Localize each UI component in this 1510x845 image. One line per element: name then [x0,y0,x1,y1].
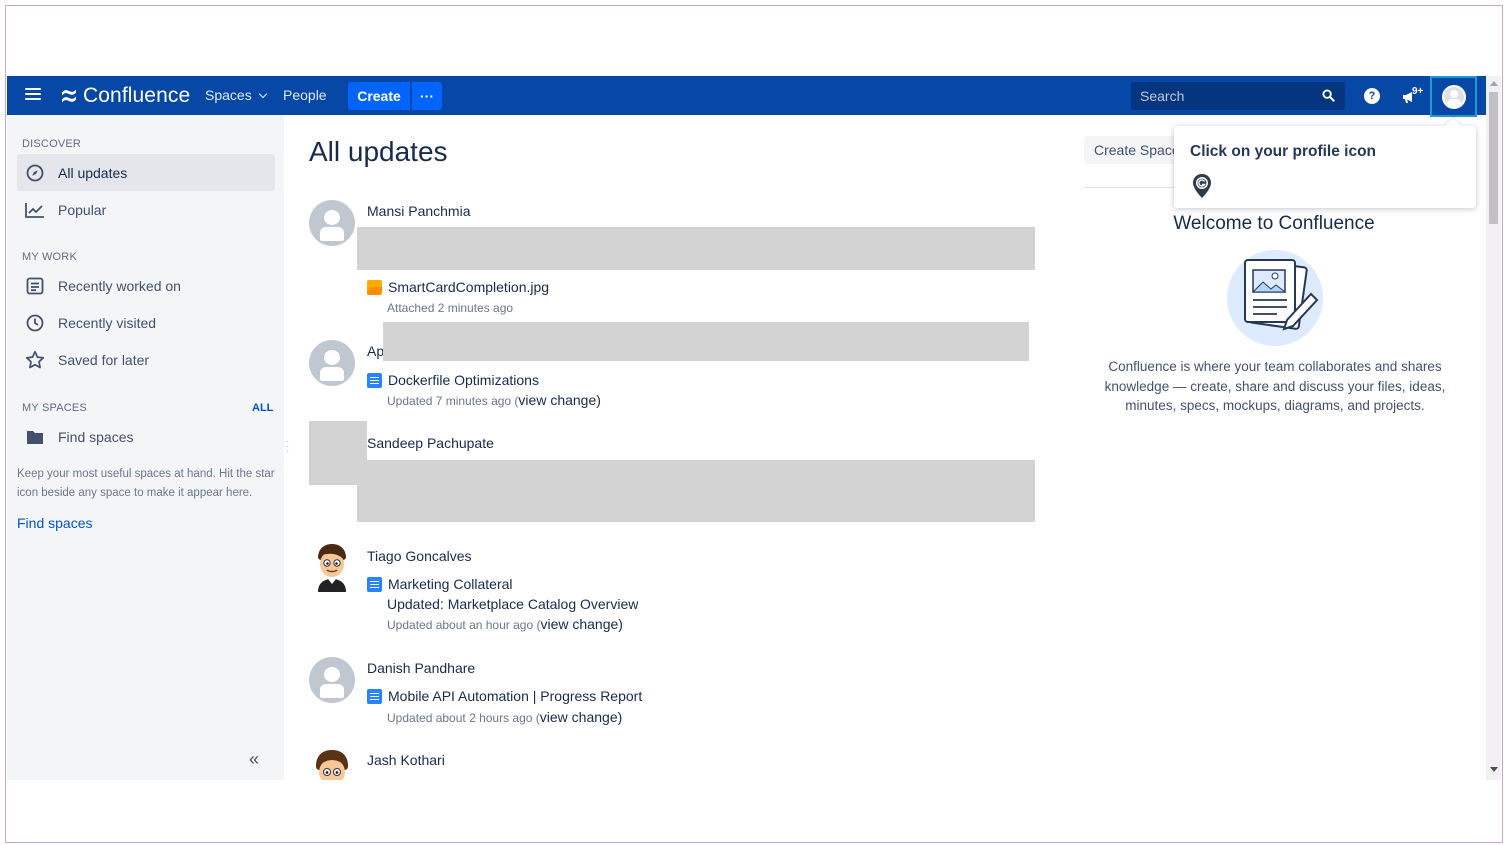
notification-count-badge: 9+ [1412,86,1424,97]
update-item-title: Dockerfile Optimizations [388,372,539,388]
update-meta: Updated about an hour ago (view change) [387,616,623,632]
update-subline[interactable]: Updated: Marketplace Catalog Overview [387,596,638,612]
update-user-name[interactable]: Sandeep Pachupate [367,435,494,451]
my-spaces-all-link[interactable]: ALL [252,402,273,414]
section-title-my-spaces: MY SPACES [22,402,87,414]
redacted-content [357,460,1035,522]
update-meta-text: Updated 7 minutes ago ( [387,394,519,408]
confluence-logo[interactable]: Confluence [61,83,190,109]
sidebar-item-label: Saved for later [58,351,150,368]
update-item-link[interactable]: Dockerfile Optimizations [367,372,539,388]
scrollbar-thumb[interactable] [1489,92,1498,224]
section-title-my-work: MY WORK [22,251,77,263]
user-avatar-cartoon-icon[interactable] [309,748,355,780]
location-pin-icon [1193,174,1211,198]
search-box [1131,82,1345,110]
scroll-down-arrow-icon[interactable] [1490,767,1498,772]
section-title-discover: DISCOVER [22,138,82,150]
top-navigation-bar: Confluence Spaces People Create ··· ? 9+ [7,76,1501,117]
sidebar: DISCOVER All updates Popular MY WORK Rec… [7,115,284,780]
redacted-content [357,227,1035,270]
document-list-icon [25,276,45,296]
my-spaces-hint: Keep your most useful spaces at hand. Hi… [17,468,275,499]
search-input[interactable] [1140,88,1320,104]
create-more-button[interactable]: ··· [412,82,442,110]
vertical-scrollbar[interactable] [1486,76,1501,780]
user-avatar-icon[interactable] [309,340,355,386]
welcome-document-illustration-icon [1227,250,1323,346]
trending-chart-icon [25,200,45,220]
collapse-sidebar-button[interactable]: « [249,749,259,770]
sidebar-item-all-updates[interactable]: All updates [17,154,275,191]
page-title: All updates [309,136,448,167]
sidebar-resize-handle[interactable]: · · · [286,437,289,457]
sidebar-item-find-spaces[interactable]: Find spaces [17,418,275,455]
logo-text: Confluence [83,84,191,107]
folder-icon [25,427,45,447]
user-avatar-cartoon-icon[interactable] [309,542,355,592]
sidebar-item-label: Recently visited [58,314,157,331]
star-icon [25,350,45,370]
update-meta-text: Updated about an hour ago ( [387,618,541,632]
update-item-link[interactable]: Mobile API Automation | Progress Report [367,688,642,704]
update-meta: Updated about 2 hours ago (view change) [387,709,622,725]
tooltip-text: Click on your profile icon [1190,143,1377,160]
update-meta: Attached 2 minutes ago [387,301,514,315]
create-button[interactable]: Create [348,82,410,110]
profile-avatar-icon [1442,85,1466,109]
user-avatar-icon[interactable] [309,200,355,246]
chevron-down-icon [258,89,267,98]
view-change-link[interactable]: view change) [540,616,623,632]
update-meta-text: Updated about 2 hours ago ( [387,711,540,725]
view-change-link[interactable]: view change) [518,392,601,408]
sidebar-item-popular[interactable]: Popular [17,191,275,228]
confluence-app: Confluence Spaces People Create ··· ? 9+ [7,76,1501,780]
update-item-title: Marketing Collateral [388,576,513,592]
view-change-link[interactable]: view change) [540,709,623,725]
clock-icon [25,313,45,333]
confluence-logo-icon [62,89,76,103]
help-icon[interactable]: ? [1364,88,1380,104]
update-item-title: SmartCardCompletion.jpg [388,279,550,295]
update-meta: Updated 7 minutes ago (view change) [387,392,601,408]
nav-spaces-dropdown[interactable]: Spaces [205,87,267,103]
welcome-title: Welcome to Confluence [1173,213,1375,234]
user-avatar-icon[interactable] [309,657,355,703]
sidebar-item-saved-for-later[interactable]: Saved for later [17,341,275,378]
nav-people-link[interactable]: People [283,87,327,103]
update-item-link[interactable]: Marketing Collateral [367,576,513,592]
update-item-title: Mobile API Automation | Progress Report [388,688,643,704]
search-icon[interactable] [1322,89,1335,102]
sidebar-item-label: Recently worked on [58,277,181,294]
compass-icon [25,163,45,183]
redacted-content [383,322,1029,361]
profile-button[interactable] [1430,76,1477,117]
image-file-icon [367,279,382,295]
guidance-tooltip: Click on your profile icon [1174,126,1476,208]
sidebar-item-label: All updates [58,164,128,181]
update-user-name[interactable]: Mansi Panchmia [367,203,471,219]
update-user-name[interactable]: Tiago Goncalves [367,548,472,564]
update-user-name[interactable]: Jash Kothari [367,752,445,768]
sidebar-item-recently-visited[interactable]: Recently visited [17,304,275,341]
nav-spaces-label: Spaces [205,87,252,103]
find-spaces-link[interactable]: Find spaces [17,515,92,531]
hamburger-menu-icon[interactable] [25,88,41,102]
sidebar-item-label: Find spaces [58,428,134,445]
divider [1084,187,1184,188]
page-document-icon [367,688,382,704]
update-user-name[interactable]: Ap [367,343,384,359]
page-document-icon [367,576,382,592]
update-item-link[interactable]: SmartCardCompletion.jpg [367,279,549,295]
scroll-up-arrow-icon[interactable] [1490,81,1498,86]
page-document-icon [367,372,382,388]
welcome-description: Confluence is where your team collaborat… [1104,359,1446,413]
sidebar-item-recently-worked-on[interactable]: Recently worked on [17,267,275,304]
sidebar-item-label: Popular [58,201,107,218]
update-user-name[interactable]: Danish Pandhare [367,660,475,676]
